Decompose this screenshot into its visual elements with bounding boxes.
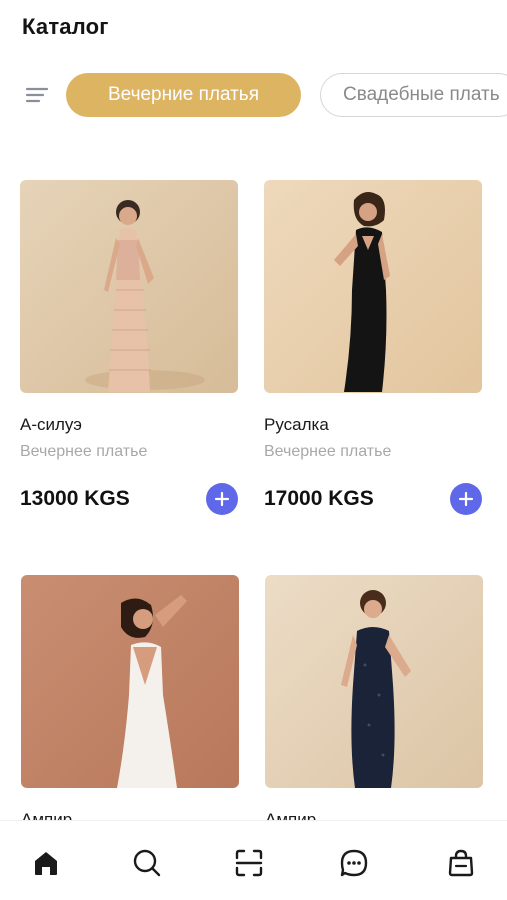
product-image[interactable] (20, 180, 238, 393)
chat-icon (340, 849, 368, 877)
category-filter-bar: Вечерние платья Свадебные плать (0, 72, 507, 118)
product-image[interactable] (21, 575, 239, 788)
product-image[interactable] (264, 180, 482, 393)
plus-icon (214, 491, 230, 507)
bottom-navigation (0, 820, 507, 900)
chip-evening-dresses[interactable]: Вечерние платья (66, 73, 301, 117)
add-to-cart-button[interactable] (450, 483, 482, 515)
nav-home[interactable] (26, 843, 66, 883)
chip-wedding-dresses[interactable]: Свадебные плать (320, 73, 507, 117)
product-name: Русалка (264, 415, 329, 434)
filter-lines-icon[interactable] (24, 82, 50, 108)
product-price: 13000 KGS (20, 487, 130, 510)
product-card[interactable]: Ампир (265, 575, 483, 830)
product-card[interactable]: Ампир (21, 575, 239, 830)
home-icon (35, 852, 57, 875)
plus-icon (458, 491, 474, 507)
product-subtitle: Вечернее платье (264, 443, 392, 460)
scan-icon (235, 849, 263, 877)
product-card[interactable]: А-силуэ Вечернее платье 13000 KGS (20, 180, 238, 517)
nav-scan[interactable] (229, 843, 269, 883)
add-to-cart-button[interactable] (206, 483, 238, 515)
product-subtitle: Вечернее платье (20, 443, 148, 460)
product-name: А-силуэ (20, 415, 82, 434)
nav-cart[interactable] (441, 843, 481, 883)
page-title: Каталог (22, 14, 109, 39)
product-image[interactable] (265, 575, 483, 788)
search-icon (133, 849, 161, 877)
nav-chat[interactable] (334, 843, 374, 883)
product-card[interactable]: Русалка Вечернее платье 17000 KGS (264, 180, 482, 517)
nav-search[interactable] (127, 843, 167, 883)
product-price: 17000 KGS (264, 487, 374, 510)
shopping-bag-icon (448, 849, 474, 877)
